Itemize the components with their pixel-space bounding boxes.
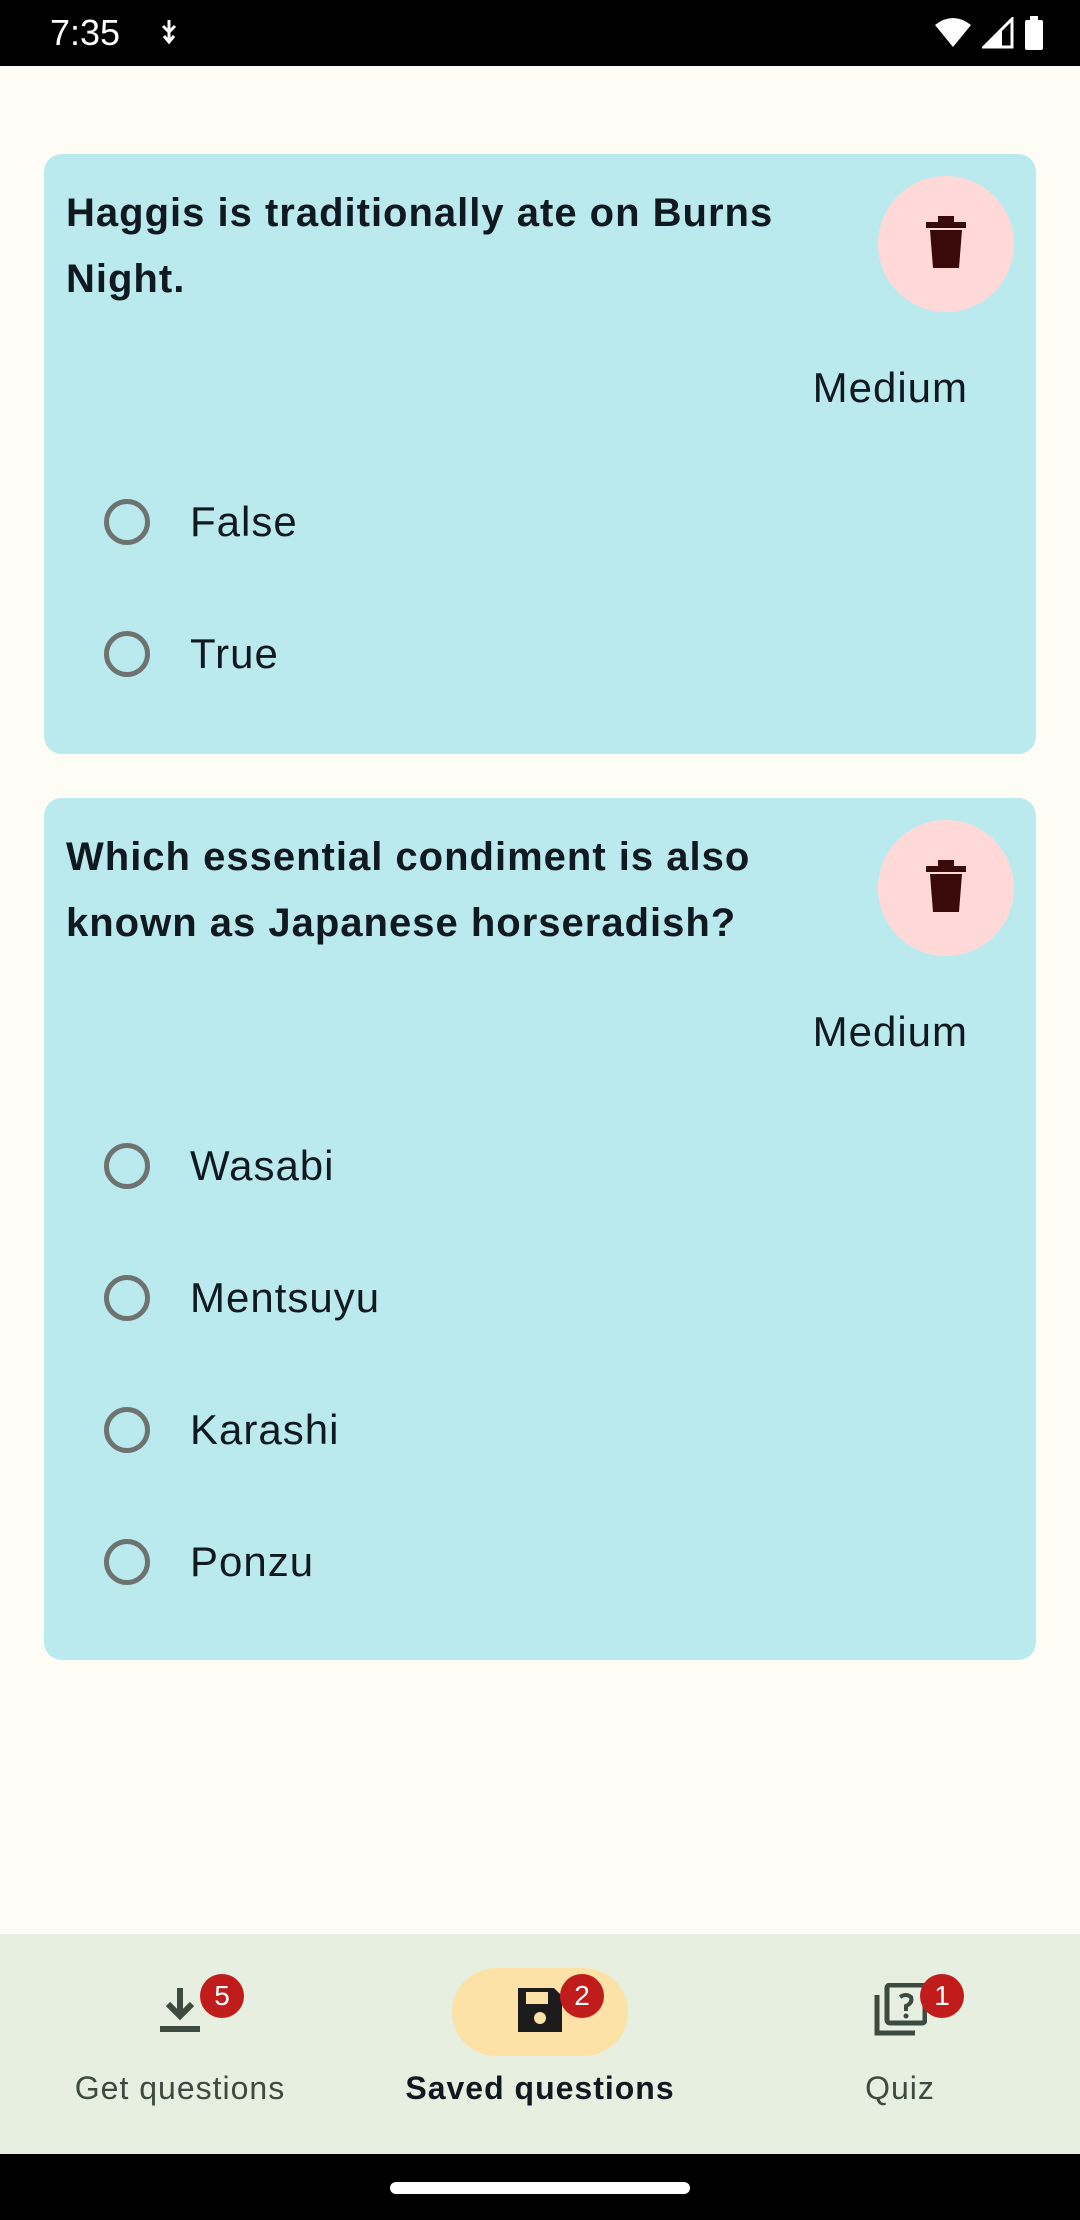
option-label: Wasabi — [190, 1142, 335, 1189]
status-time: 7:35 — [50, 12, 121, 53]
nav-label: Quiz — [865, 2070, 935, 2106]
gesture-navigation-bar — [0, 2154, 1080, 2220]
badge-count: 2 — [560, 1974, 604, 2018]
answer-option[interactable]: Mentsuyu — [104, 1253, 380, 1343]
option-label: True — [190, 630, 279, 677]
nav-icon-container: 1 — [812, 1968, 988, 2056]
question-text: Haggis is traditionally ate on Burns Nig… — [66, 191, 774, 301]
answer-option[interactable]: True — [104, 609, 279, 699]
radio-button[interactable] — [104, 1143, 150, 1189]
battery-icon — [1024, 16, 1044, 55]
usb-debug-icon — [158, 18, 180, 51]
saved-questions-list: Haggis is traditionally ate on Burns Nig… — [0, 66, 1080, 1934]
status-icons — [934, 15, 1044, 55]
trash-icon — [926, 215, 966, 273]
nav-label: Saved questions — [405, 2070, 675, 2106]
radio-button[interactable] — [104, 499, 150, 545]
question-text: Which essential condiment is also known … — [66, 835, 751, 945]
save-icon — [516, 1986, 564, 2039]
badge-count: 1 — [920, 1974, 964, 2018]
cell-signal-icon — [980, 15, 1014, 54]
nav-label: Get questions — [74, 2070, 286, 2106]
option-label: False — [190, 498, 298, 545]
option-label: Mentsuyu — [190, 1274, 381, 1321]
answer-option[interactable]: Wasabi — [104, 1121, 335, 1211]
radio-button[interactable] — [104, 631, 150, 677]
difficulty-label: Medium — [812, 364, 968, 411]
nav-get-questions[interactable]: 5 Get questions — [0, 1934, 360, 2154]
download-icon — [158, 1986, 202, 2039]
delete-button[interactable] — [878, 176, 1014, 312]
quiz-icon — [873, 1982, 928, 2042]
answer-option[interactable]: False — [104, 477, 298, 567]
question-card: Haggis is traditionally ate on Burns Nig… — [44, 154, 1036, 754]
option-label: Karashi — [190, 1406, 340, 1453]
radio-button[interactable] — [104, 1275, 150, 1321]
wifi-icon — [934, 17, 972, 54]
badge-count: 5 — [200, 1974, 244, 2018]
radio-button[interactable] — [104, 1407, 150, 1453]
home-gesture-handle[interactable] — [390, 2182, 690, 2194]
radio-button[interactable] — [104, 1539, 150, 1585]
nav-icon-container: 5 — [92, 1968, 268, 2056]
answer-option[interactable]: Ponzu — [104, 1517, 314, 1607]
difficulty-label: Medium — [812, 1008, 968, 1055]
trash-icon — [926, 859, 966, 917]
bottom-navigation: 5 Get questions 2 Saved questions 1 Quiz — [0, 1934, 1080, 2154]
status-bar: 7:35 — [0, 0, 1080, 66]
option-label: Ponzu — [190, 1538, 315, 1585]
nav-quiz[interactable]: 1 Quiz — [720, 1934, 1080, 2154]
question-card: Which essential condiment is also known … — [44, 798, 1036, 1660]
answer-option[interactable]: Karashi — [104, 1385, 339, 1475]
delete-button[interactable] — [878, 820, 1014, 956]
nav-icon-container: 2 — [452, 1968, 628, 2056]
nav-saved-questions[interactable]: 2 Saved questions — [360, 1934, 720, 2154]
